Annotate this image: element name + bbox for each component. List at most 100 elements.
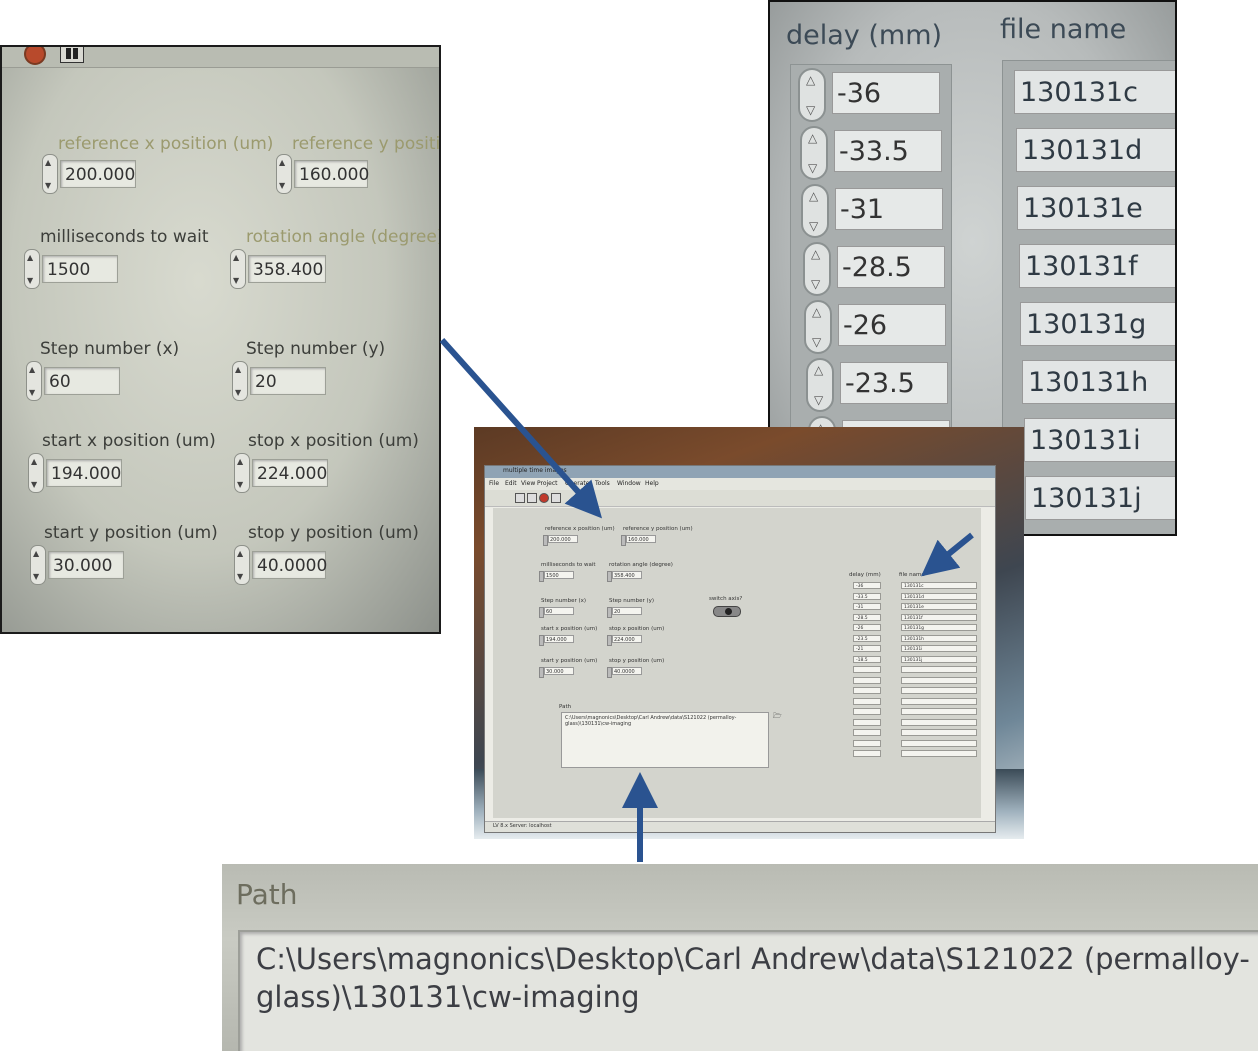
delay-stepper[interactable]	[801, 184, 829, 238]
table-file-cell[interactable]	[901, 697, 977, 705]
rotation-angle-stepper[interactable]	[230, 249, 246, 289]
field-input[interactable]: 60	[544, 607, 574, 615]
table-file-cell[interactable]	[901, 676, 977, 684]
table-file-cell[interactable]	[901, 729, 977, 736]
field-input[interactable]: 30.000	[544, 667, 574, 675]
table-delay-cell[interactable]	[853, 697, 881, 705]
table-delay-cell[interactable]: -21	[853, 645, 881, 652]
delay-stepper[interactable]	[804, 300, 832, 354]
milliseconds-input[interactable]: 1500	[42, 255, 118, 283]
table-delay-cell[interactable]	[853, 687, 881, 694]
table-delay-cell[interactable]	[853, 739, 881, 747]
stop-y-stepper[interactable]	[234, 545, 250, 585]
table-file-cell[interactable]: 130131f	[901, 613, 977, 621]
table-delay-cell[interactable]: -36	[853, 582, 881, 589]
field-input[interactable]: 194.000	[544, 635, 574, 643]
menu-edit[interactable]: Edit	[505, 480, 517, 487]
reference-x-input[interactable]: 200.000	[60, 160, 136, 188]
start-x-input[interactable]: 194.000	[46, 459, 122, 487]
table-delay-cell[interactable]: -18.5	[853, 655, 881, 663]
field-input[interactable]: 20	[612, 607, 642, 615]
menu-help[interactable]: Help	[645, 480, 659, 487]
pause-icon[interactable]	[551, 493, 561, 503]
table-file-cell[interactable]: 130131c	[901, 582, 977, 589]
reference-x-stepper[interactable]	[42, 154, 58, 194]
field-input[interactable]: 160.000	[626, 535, 656, 543]
abort-icon[interactable]	[24, 47, 46, 65]
pause-icon[interactable]	[60, 47, 84, 63]
start-y-input[interactable]: 30.000	[48, 551, 124, 579]
menu-view[interactable]: View	[521, 480, 535, 487]
step-number-x-stepper[interactable]	[26, 361, 42, 401]
delay-input[interactable]: -23.5	[840, 362, 948, 404]
folder-browse-icon[interactable]: 🗁	[773, 712, 782, 723]
table-delay-cell[interactable]	[853, 708, 881, 715]
reference-y-input[interactable]: 160.000	[294, 160, 369, 188]
table-delay-cell[interactable]: -26	[853, 624, 881, 631]
reference-y-stepper[interactable]	[276, 154, 292, 194]
table-file-cell[interactable]	[901, 666, 977, 673]
menu-tools[interactable]: Tools	[595, 480, 610, 487]
file-name-input[interactable]: 130131h	[1022, 360, 1175, 404]
stop-x-stepper[interactable]	[234, 453, 250, 493]
step-number-x-input[interactable]: 60	[44, 367, 120, 395]
path-field[interactable]: C:\Users\magnonics\Desktop\Carl Andrew\d…	[561, 712, 769, 768]
table-file-cell[interactable]: 130131h	[901, 634, 977, 642]
delay-input[interactable]: -31	[835, 188, 943, 230]
stop-x-input[interactable]: 224.000	[252, 459, 328, 487]
table-file-cell[interactable]: 130131e	[901, 603, 977, 610]
table-delay-cell[interactable]	[853, 666, 881, 673]
file-name-input[interactable]: 130131g	[1020, 302, 1175, 346]
table-delay-cell[interactable]	[853, 729, 881, 736]
milliseconds-stepper[interactable]	[24, 249, 40, 289]
delay-stepper[interactable]	[806, 358, 834, 412]
abort-icon[interactable]	[539, 493, 549, 503]
start-x-stepper[interactable]	[28, 453, 44, 493]
step-number-y-input[interactable]: 20	[250, 367, 326, 395]
table-file-cell[interactable]	[901, 750, 977, 757]
table-delay-cell[interactable]: -28.5	[853, 613, 881, 621]
delay-input[interactable]: -26	[838, 304, 946, 346]
table-file-cell[interactable]: 130131g	[901, 624, 977, 631]
field-input[interactable]: 1500	[544, 571, 574, 579]
file-name-input[interactable]: 130131i	[1024, 418, 1175, 462]
delay-input[interactable]: -28.5	[837, 246, 945, 288]
stop-y-input[interactable]: 40.0000	[252, 551, 327, 579]
table-delay-cell[interactable]: -31	[853, 603, 881, 610]
table-delay-cell[interactable]: -23.5	[853, 634, 881, 642]
delay-stepper[interactable]	[800, 126, 828, 180]
file-name-input[interactable]: 130131e	[1017, 186, 1175, 230]
menu-file[interactable]: File	[489, 480, 499, 487]
file-name-input[interactable]: 130131c	[1014, 70, 1175, 114]
table-file-cell[interactable]: 130131d	[901, 592, 977, 600]
menu-project[interactable]: Project	[537, 480, 558, 487]
file-name-input[interactable]: 130131d	[1016, 128, 1175, 172]
table-delay-cell[interactable]	[853, 676, 881, 684]
table-file-cell[interactable]	[901, 718, 977, 726]
field-input[interactable]: 224.000	[612, 635, 642, 643]
table-file-cell[interactable]	[901, 708, 977, 715]
delay-stepper[interactable]	[803, 242, 831, 296]
menu-window[interactable]: Window	[617, 480, 641, 487]
delay-input[interactable]: -36	[832, 72, 940, 114]
run-continuously-icon[interactable]	[527, 493, 537, 503]
file-name-input[interactable]: 130131f	[1019, 244, 1175, 288]
table-file-cell[interactable]	[901, 687, 977, 694]
file-name-input[interactable]: 130131j	[1025, 476, 1175, 520]
run-arrow-icon[interactable]	[515, 493, 525, 503]
start-y-stepper[interactable]	[30, 545, 46, 585]
table-file-cell[interactable]: 130131j	[901, 655, 977, 663]
table-file-cell[interactable]: 130131i	[901, 645, 977, 652]
field-input[interactable]: 358.400	[612, 571, 642, 579]
table-file-cell[interactable]	[901, 739, 977, 747]
rotation-angle-input[interactable]: 358.400	[248, 255, 326, 283]
delay-input[interactable]: -33.5	[834, 130, 942, 172]
menu-operate[interactable]: Operate	[565, 480, 589, 487]
switch-axis-toggle[interactable]	[713, 606, 741, 617]
table-delay-cell[interactable]: -33.5	[853, 592, 881, 600]
delay-stepper[interactable]	[798, 68, 826, 122]
table-delay-cell[interactable]	[853, 718, 881, 726]
field-input[interactable]: 40.0000	[612, 667, 642, 675]
field-input[interactable]: 200.000	[548, 535, 578, 543]
table-delay-cell[interactable]	[853, 750, 881, 757]
